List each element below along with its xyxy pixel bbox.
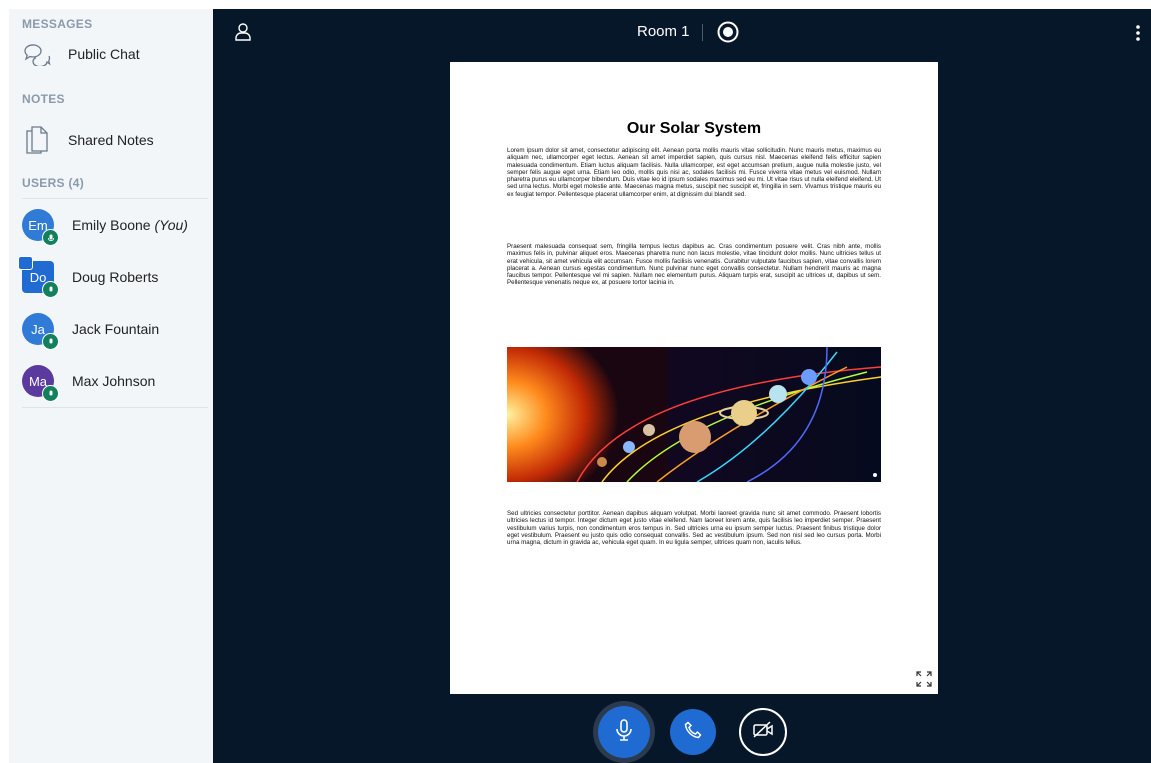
notes-document-icon (22, 125, 52, 155)
fullscreen-icon[interactable] (916, 671, 932, 692)
users-bottom-divider (22, 407, 208, 408)
user-name: Emily Boone (You) (72, 217, 188, 233)
microphone-button[interactable] (598, 706, 650, 758)
user-list-item[interactable]: Ma Max Johnson (22, 361, 208, 402)
mic-status-icon (42, 333, 59, 350)
mic-status-icon (42, 229, 59, 246)
shared-notes-label: Shared Notes (68, 132, 154, 148)
phone-icon (684, 720, 702, 744)
left-border (0, 0, 8, 763)
users-section-title: USERS (4) (22, 176, 85, 190)
chat-bubbles-icon (22, 39, 52, 69)
shared-notes-item[interactable]: Shared Notes (22, 123, 202, 157)
user-name: Doug Roberts (72, 269, 159, 285)
video-off-icon (752, 720, 774, 744)
video-button[interactable] (739, 708, 787, 756)
mic-status-icon (42, 385, 59, 402)
users-divider (22, 198, 208, 199)
avatar: Ja (22, 313, 59, 350)
user-list-item[interactable]: Ja Jack Fountain (22, 309, 208, 350)
phone-button[interactable] (670, 709, 716, 755)
sidebar: MESSAGES Public Chat NOTES Shared Notes … (9, 9, 214, 763)
slide-paragraph: Lorem ipsum dolor sit amet, consectetur … (507, 147, 881, 198)
user-name: Jack Fountain (72, 321, 160, 337)
user-icon[interactable] (235, 23, 251, 46)
slide-paragraph: Sed ultricies consectetur porttitor. Aen… (507, 510, 881, 547)
record-icon[interactable] (717, 21, 739, 48)
room-title: Room 1 (637, 23, 690, 40)
slide-title: Our Solar System (626, 120, 762, 137)
top-border (0, 0, 1151, 9)
avatar: Ma (22, 365, 59, 402)
notes-section-title: NOTES (22, 92, 65, 106)
public-chat-label: Public Chat (68, 46, 140, 62)
avatar: Em (22, 209, 59, 246)
microphone-icon (615, 718, 633, 746)
presenter-icon (18, 256, 33, 270)
user-name: Max Johnson (72, 373, 156, 389)
avatar-initials: Ja (31, 321, 45, 337)
user-list-item[interactable]: Em Emily Boone (You) (22, 205, 208, 246)
header-separator (702, 24, 703, 41)
presentation-slide: Our Solar System Lorem ipsum dolor sit a… (450, 62, 938, 694)
public-chat-item[interactable]: Public Chat (22, 37, 202, 71)
avatar: Do (18, 256, 59, 298)
kebab-menu-icon[interactable] (1135, 24, 1141, 47)
messages-section-title: MESSAGES (22, 17, 93, 31)
presentation-area: Room 1 Our Solar System Lorem ipsum dolo… (213, 9, 1151, 763)
user-list-item[interactable]: Do Doug Roberts (18, 256, 208, 298)
mic-status-icon (42, 281, 59, 298)
slide-paragraph: Praesent malesuada consequat sem, fringi… (507, 243, 881, 287)
solar-system-image (507, 347, 881, 482)
